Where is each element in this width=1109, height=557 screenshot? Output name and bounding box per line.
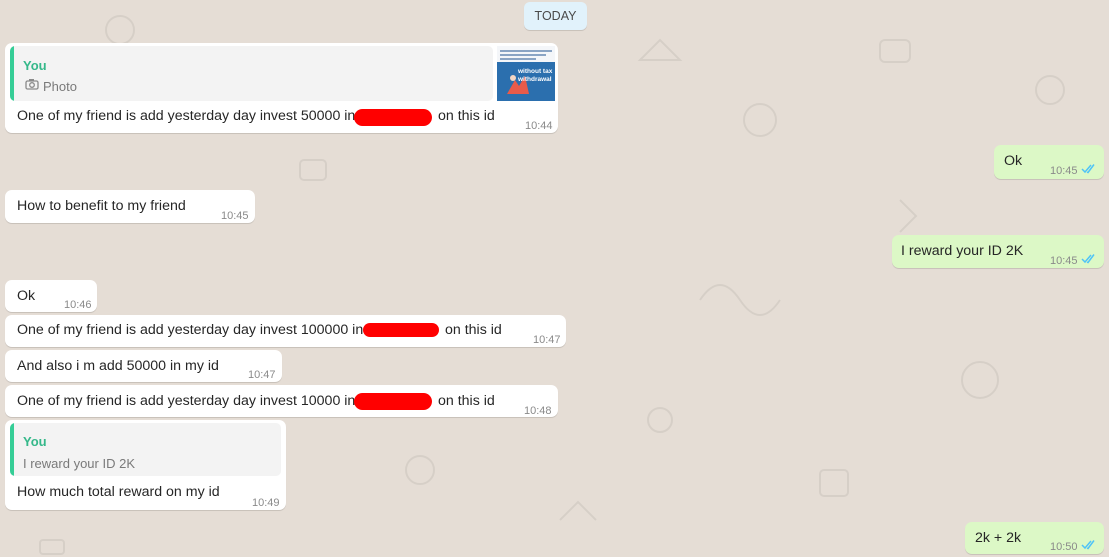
- message-text: Ok: [17, 288, 36, 304]
- outgoing-message[interactable]: 2k + 2k 10:50: [965, 522, 1104, 554]
- quoted-reply[interactable]: You I reward your ID 2K: [10, 423, 281, 476]
- message-text: One of my friend is add yesterday day in…: [17, 322, 364, 338]
- message-time: 10:50: [1050, 541, 1078, 553]
- message-time: 10:47: [533, 334, 561, 346]
- message-text-continued: on this id: [438, 393, 495, 409]
- message-text-continued: on this id: [445, 322, 502, 338]
- message-text: And also i m add 50000 in my id: [17, 358, 219, 374]
- message-text: Ok: [1004, 153, 1023, 169]
- redaction-mark: [363, 323, 439, 337]
- incoming-message[interactable]: How to benefit to my friend 10:45: [5, 190, 255, 223]
- message-text: How to benefit to my friend: [17, 198, 186, 214]
- message-text: How much total reward on my id: [17, 484, 220, 500]
- double-check-icon: [1081, 164, 1095, 174]
- message-text: One of my friend is add yesterday day in…: [17, 393, 356, 409]
- camera-icon: [25, 79, 39, 90]
- quote-accent-bar: [10, 423, 14, 476]
- quote-type-label: Photo: [43, 79, 77, 94]
- outgoing-message[interactable]: I reward your ID 2K 10:45: [892, 235, 1104, 268]
- message-time: 10:46: [64, 299, 92, 311]
- message-text-continued: on this id: [438, 108, 495, 124]
- incoming-message[interactable]: One of my friend is add yesterday day in…: [5, 315, 566, 347]
- quote-accent-bar: [10, 46, 14, 101]
- thumbnail-caption: without tax withdrawal: [518, 68, 553, 83]
- incoming-message[interactable]: One of my friend is add yesterday day in…: [5, 385, 558, 417]
- message-time: 10:47: [248, 369, 276, 381]
- photo-thumbnail[interactable]: without tax withdrawal: [497, 46, 555, 101]
- message-time: 10:49: [252, 497, 280, 509]
- quote-author: You: [23, 434, 47, 449]
- message-time: 10:48: [524, 405, 552, 417]
- outgoing-message[interactable]: Ok 10:45: [994, 145, 1104, 179]
- quoted-photo-reply[interactable]: You Photo: [10, 46, 493, 101]
- quote-text: I reward your ID 2K: [23, 456, 135, 471]
- message-time: 10:45: [221, 210, 249, 222]
- quote-author: You: [23, 58, 47, 73]
- incoming-message[interactable]: And also i m add 50000 in my id 10:47: [5, 350, 282, 382]
- double-check-icon: [1081, 254, 1095, 264]
- message-time: 10:44: [525, 120, 553, 132]
- message-time: 10:45: [1050, 255, 1078, 267]
- redaction-mark: [354, 393, 432, 410]
- incoming-message[interactable]: You I reward your ID 2K How much total r…: [5, 420, 286, 510]
- incoming-message[interactable]: You Photo without tax withdrawal One of …: [5, 43, 558, 133]
- message-text: 2k + 2k: [975, 530, 1022, 546]
- message-text: I reward your ID 2K: [901, 243, 1024, 259]
- message-time: 10:45: [1050, 165, 1078, 177]
- date-separator: TODAY: [524, 2, 587, 30]
- double-check-icon: [1081, 540, 1095, 550]
- incoming-message[interactable]: Ok 10:46: [5, 280, 97, 312]
- redaction-mark: [354, 109, 432, 126]
- message-text: One of my friend is add yesterday day in…: [17, 108, 356, 124]
